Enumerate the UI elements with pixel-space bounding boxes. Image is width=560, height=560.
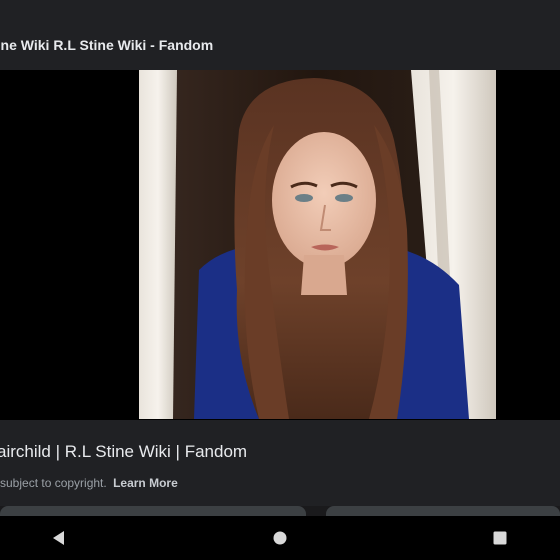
back-button[interactable] <box>49 528 69 548</box>
copyright-text: subject to copyright. <box>0 476 107 490</box>
related-results-strip <box>0 506 560 516</box>
back-icon <box>53 531 64 545</box>
related-card[interactable] <box>0 506 306 516</box>
home-icon <box>273 531 287 545</box>
preview-image[interactable] <box>139 70 496 419</box>
home-button[interactable] <box>270 528 290 548</box>
viewer-header: tine Wiki R.L Stine Wiki - Fandom <box>0 0 560 70</box>
portrait-illustration <box>139 70 496 419</box>
result-title[interactable]: airchild | R.L Stine Wiki | Fandom <box>0 442 247 462</box>
source-title[interactable]: tine Wiki R.L Stine Wiki - Fandom <box>0 37 213 53</box>
image-viewer <box>0 70 560 420</box>
recents-icon <box>493 531 507 545</box>
copyright-notice: subject to copyright. Learn More <box>0 476 178 490</box>
result-info-panel: airchild | R.L Stine Wiki | Fandom subje… <box>0 420 560 506</box>
related-card[interactable] <box>326 506 560 516</box>
recents-button[interactable] <box>490 528 510 548</box>
learn-more-link[interactable]: Learn More <box>113 476 178 490</box>
system-nav-bar <box>0 516 560 560</box>
